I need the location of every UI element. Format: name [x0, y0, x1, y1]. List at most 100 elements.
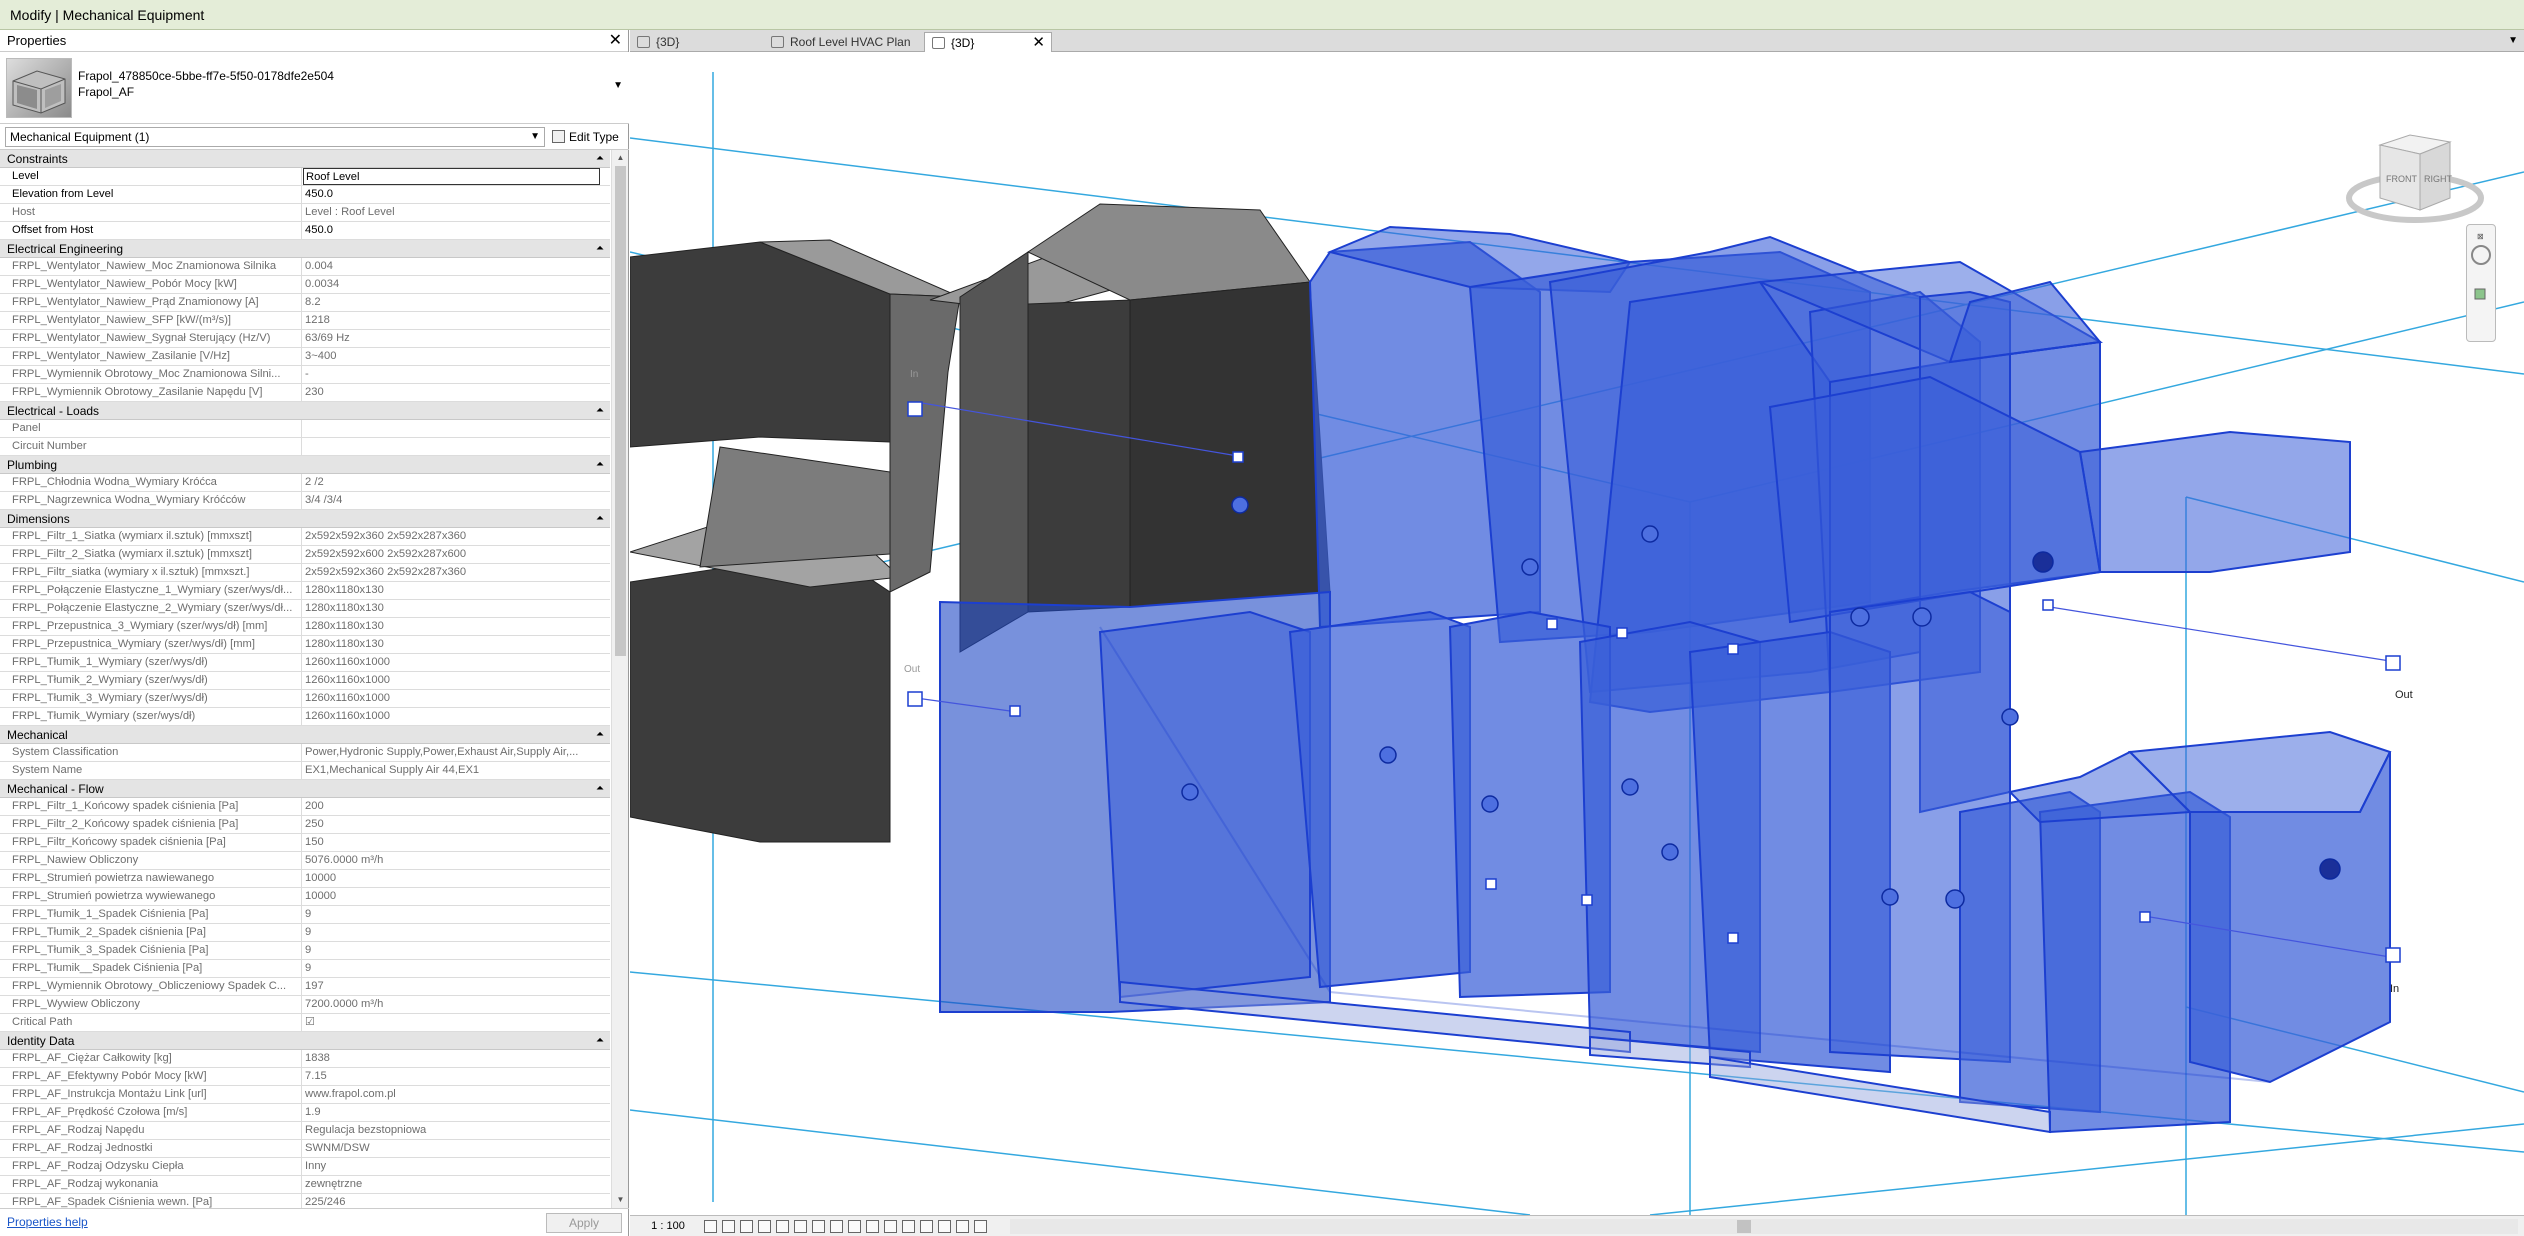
tab-label: {3D}	[951, 36, 975, 50]
shadows-icon[interactable]	[758, 1220, 771, 1233]
render-icon[interactable]	[776, 1220, 789, 1233]
section-title: Dimensions	[7, 512, 70, 526]
apply-button[interactable]: Apply	[546, 1213, 622, 1233]
section-header-dimensions[interactable]: Dimensions ⏶	[0, 510, 610, 528]
view-cube[interactable]: FRONT RIGHT	[2340, 110, 2490, 240]
section-title: Constraints	[7, 152, 68, 166]
collapse-icon[interactable]: ⏶	[596, 1032, 604, 1050]
scroll-thumb[interactable]	[1737, 1220, 1751, 1233]
window-title: Modify | Mechanical Equipment	[10, 7, 205, 23]
visual-style-icon[interactable]	[722, 1220, 735, 1233]
properties-scrollbar[interactable]: ▲ ▼	[611, 150, 628, 1208]
collapse-icon[interactable]: ⏶	[596, 510, 604, 528]
property-value: 2x592x592x360 2x592x287x360	[305, 566, 467, 578]
model-canvas[interactable]: Out In Out In	[630, 52, 2524, 1215]
sun-path-icon[interactable]	[740, 1220, 753, 1233]
label-out-right: Out	[2395, 689, 2413, 701]
close-icon[interactable]: ✕	[1032, 33, 1045, 53]
collapse-icon[interactable]: ⏶	[596, 150, 604, 168]
3d-viewport[interactable]: Out In Out In FRONT RIGHT ⊠	[630, 52, 2524, 1215]
properties-grid: Constraints ⏶ Level Roof Level Elevation fro…	[0, 150, 629, 1208]
view-horizontal-scrollbar[interactable]	[1010, 1219, 2518, 1234]
section-header-electrical-engineering[interactable]: Electrical Engineering ⏶	[0, 240, 610, 258]
properties-help-link[interactable]: Properties help	[7, 1215, 88, 1229]
temp-view-properties-icon[interactable]	[956, 1220, 969, 1233]
property-name: FRPL_Wentylator_Nawiew_Zasilanie [V/Hz]	[0, 348, 302, 366]
property-value: 0.004	[305, 260, 333, 272]
property-value[interactable]: 450.0	[303, 222, 600, 240]
section-header-mechanical[interactable]: Mechanical ⏶	[0, 726, 610, 744]
collapse-icon[interactable]: ⏶	[596, 402, 604, 420]
viewcube-right[interactable]: RIGHT	[2424, 174, 2453, 184]
property-name: Critical Path	[0, 1014, 302, 1032]
property-value: 2 /2	[305, 476, 324, 488]
crop-view-icon[interactable]	[794, 1220, 807, 1233]
property-value: 1218	[305, 314, 330, 326]
chevron-down-icon: ▼	[530, 131, 540, 142]
view-control-more-icon[interactable]	[974, 1220, 987, 1233]
reveal-hidden-icon[interactable]	[866, 1220, 879, 1233]
property-value[interactable]: 450.0	[303, 186, 600, 204]
property-value: Regulacja bezstopniowa	[305, 1124, 427, 1136]
view-scale[interactable]: 1 : 100	[638, 1217, 698, 1236]
property-name: FRPL_Tłumik_Wymiary (szer/wys/dł)	[0, 708, 302, 726]
unlocked-view-icon[interactable]	[830, 1220, 843, 1233]
viewcube-front[interactable]: FRONT	[2386, 174, 2417, 184]
collapse-icon[interactable]: ⏶	[596, 780, 604, 798]
section-header-mechanical-flow[interactable]: Mechanical - Flow ⏶	[0, 780, 610, 798]
view-tab-bar: {3D} Roof Level HVAC Plan {3D} ✕ ▼	[630, 30, 2524, 52]
tab-roof-level-hvac-plan[interactable]: Roof Level HVAC Plan	[764, 32, 920, 52]
property-name: System Classification	[0, 744, 302, 762]
instance-filter-dropdown[interactable]: Mechanical Equipment (1) ▼	[5, 127, 545, 147]
scroll-down-icon[interactable]: ▼	[612, 1192, 629, 1208]
property-row: FRPL_Tłumik_2_Wymiary (szer/wys/dł) 1260x…	[0, 672, 610, 690]
navigation-bar[interactable]: ⊠	[2466, 224, 2496, 342]
property-row: FRPL_Strumień powietrza wywiewanego 10000	[0, 888, 610, 906]
detail-level-icon[interactable]	[704, 1220, 717, 1233]
collapse-icon[interactable]: ⏶	[596, 240, 604, 258]
chevron-down-icon[interactable]: ▼	[613, 80, 623, 91]
property-value: SWNM/DSW	[305, 1142, 370, 1154]
section-header-identity-data[interactable]: Identity Data ⏶	[0, 1032, 610, 1050]
collapse-icon[interactable]: ⏶	[596, 456, 604, 474]
property-row: Critical Path ☑	[0, 1014, 610, 1032]
tab-3d-1[interactable]: {3D}	[630, 32, 758, 52]
reveal-constraints-icon[interactable]	[938, 1220, 951, 1233]
tabs-menu-icon[interactable]: ▼	[2508, 30, 2518, 52]
section-title: Identity Data	[7, 1034, 75, 1048]
property-name: FRPL_Strumień powietrza nawiewanego	[0, 870, 302, 888]
label-in-left: In	[910, 369, 918, 380]
property-value: 3/4 /3/4	[305, 494, 343, 506]
properties-panel: Properties ✕ Frapol_478850ce-5bbe-ff7e-5…	[0, 30, 629, 1236]
property-row: FRPL_AF_Rodzaj wykonania zewnętrzne	[0, 1176, 610, 1194]
property-value: 2x592x592x600 2x592x287x600	[305, 548, 467, 560]
property-name: FRPL_AF_Rodzaj Jednostki	[0, 1140, 302, 1158]
section-header-plumbing[interactable]: Plumbing ⏶	[0, 456, 610, 474]
property-value: 230	[305, 386, 324, 398]
property-value[interactable]: Roof Level	[303, 168, 600, 185]
property-value: EX1,Mechanical Supply Air 44,EX1	[305, 764, 480, 776]
property-name: FRPL_AF_Rodzaj wykonania	[0, 1176, 302, 1194]
analytical-model-icon[interactable]	[902, 1220, 915, 1233]
type-selector[interactable]: Frapol_478850ce-5bbe-ff7e-5f50-0178dfe2e…	[0, 52, 629, 124]
tab-3d-active[interactable]: {3D} ✕	[924, 32, 1052, 52]
edit-type-button[interactable]: Edit Type	[549, 127, 625, 147]
property-row: FRPL_Przepustnica_Wymiary (szer/wys/dł) …	[0, 636, 610, 654]
worksharing-icon[interactable]	[884, 1220, 897, 1233]
show-crop-icon[interactable]	[812, 1220, 825, 1233]
scroll-thumb[interactable]	[615, 166, 626, 656]
collapse-icon[interactable]: ⏶	[596, 726, 604, 744]
close-icon[interactable]: ✕	[609, 30, 622, 52]
property-row: System Name EX1,Mechanical Supply Air 44,…	[0, 762, 610, 780]
scroll-up-icon[interactable]: ▲	[612, 150, 629, 166]
section-header-constraints[interactable]: Constraints ⏶	[0, 150, 610, 168]
temporary-hide-icon[interactable]	[848, 1220, 861, 1233]
property-row: FRPL_Strumień powietrza nawiewanego 10000	[0, 870, 610, 888]
section-header-electrical-loads[interactable]: Electrical - Loads ⏶	[0, 402, 610, 420]
highlight-displacement-icon[interactable]	[920, 1220, 933, 1233]
property-row: FRPL_Filtr_2_Siatka (wymiarx il.sztuk) […	[0, 546, 610, 564]
property-value: 1260x1160x1000	[305, 656, 391, 668]
property-row: FRPL_AF_Prędkość Czołowa [m/s] 1.9	[0, 1104, 610, 1122]
property-name: FRPL_Filtr_2_Siatka (wymiarx il.sztuk) […	[0, 546, 302, 564]
property-value: 1280x1180x130	[305, 620, 384, 632]
